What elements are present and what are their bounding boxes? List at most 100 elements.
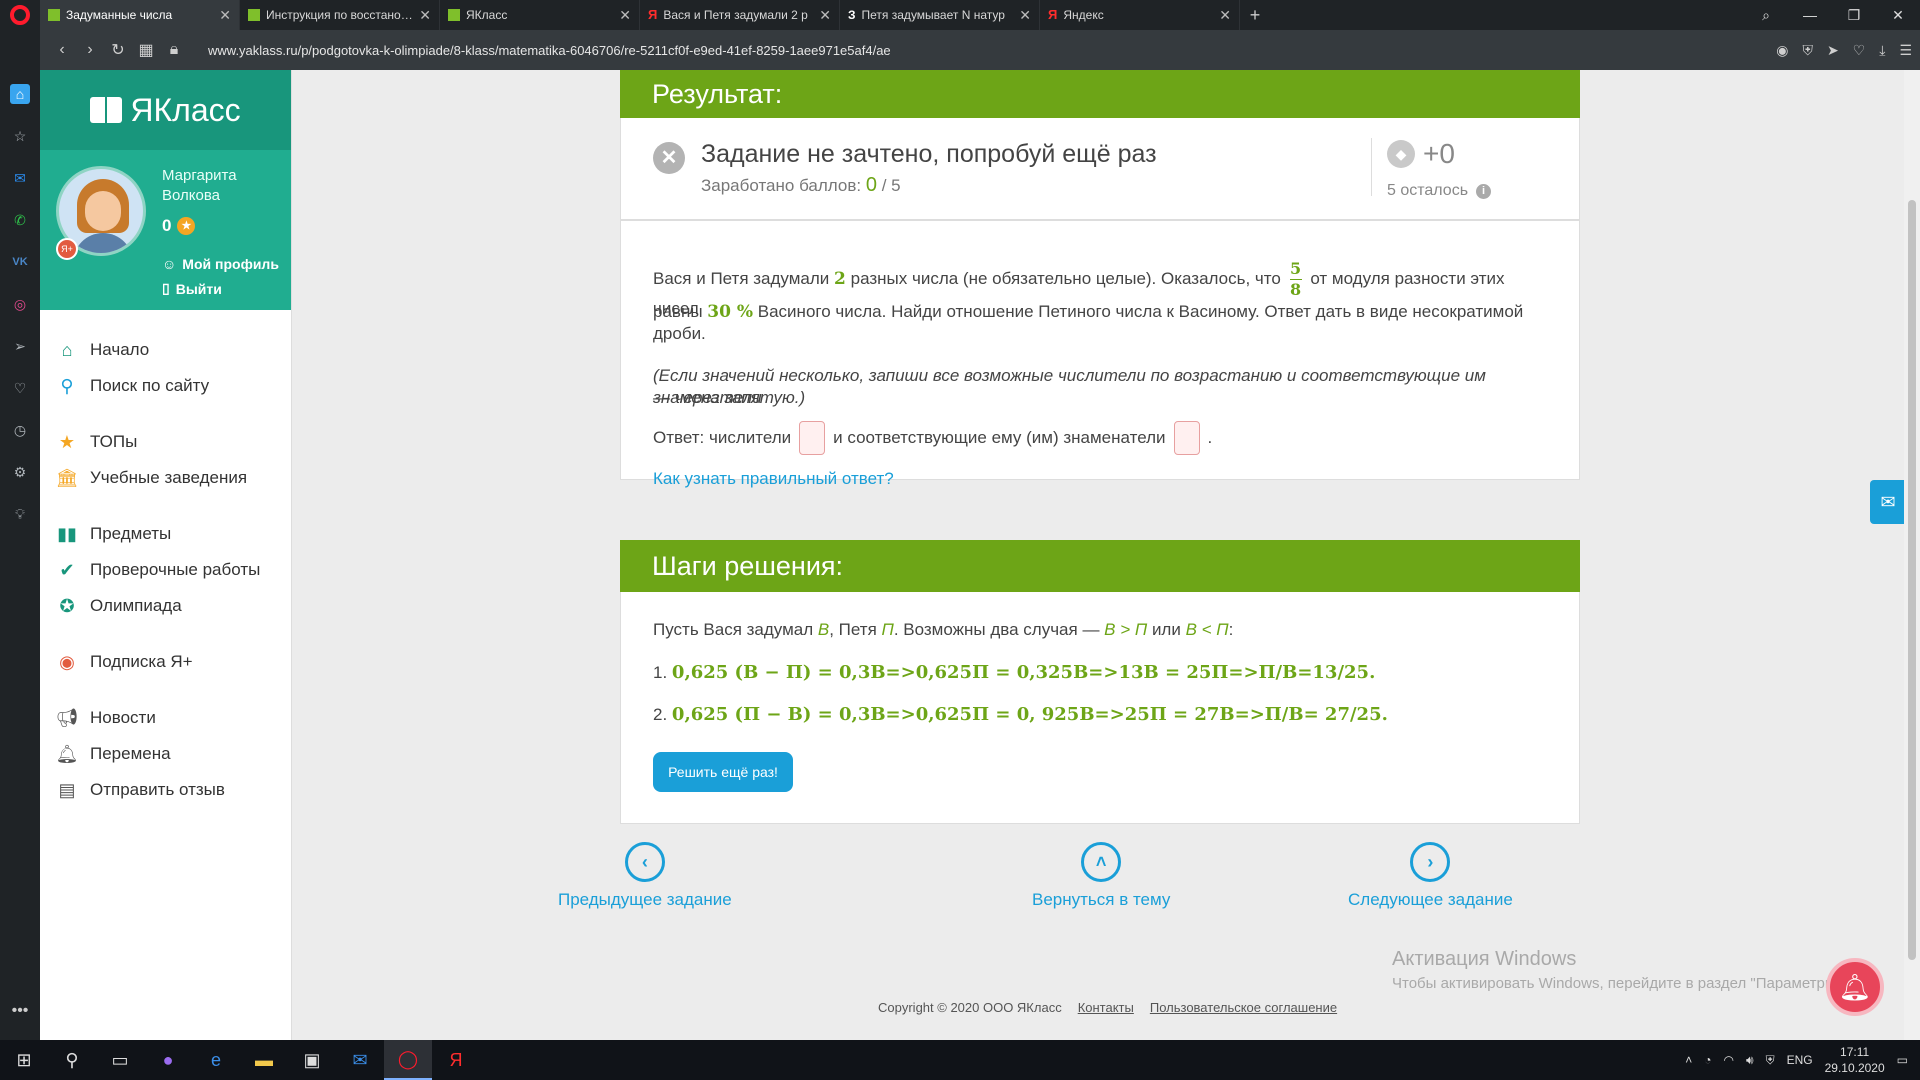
heart-icon[interactable]: ♡ [1853, 42, 1866, 59]
site-menu: ⌂ Начало ⚲ Поиск по сайту ★ ТОПы 🏛︎ Учебные … [40, 310, 291, 808]
network-icon[interactable]: ◔ [1704, 1053, 1711, 1067]
info-icon[interactable]: i [1476, 183, 1492, 199]
star-icon: ★ [58, 431, 76, 452]
contacts-link[interactable]: Контакты [1078, 1000, 1134, 1015]
back-to-topic-nav[interactable]: ˄ Вернуться в тему [1032, 842, 1170, 910]
vk-icon[interactable]: VK [10, 252, 30, 272]
menu-item-search[interactable]: ⚲ Поиск по сайту [40, 368, 291, 404]
subscription-icon: ◉ [59, 651, 75, 672]
denominators-input[interactable] [1173, 421, 1200, 455]
agreement-link[interactable]: Пользовательское соглашение [1150, 1000, 1337, 1015]
shield-icon[interactable]: ⛨ [1802, 42, 1813, 59]
menu-item-schools[interactable]: 🏛︎ Учебные заведения [40, 460, 291, 496]
user-panel: Я+ Маргарита Волкова 0 ★ ☺ Мой профиль ▯ Вы… [40, 150, 291, 310]
minimize-button[interactable]: — [1788, 0, 1832, 30]
school-icon: 🏛︎ [55, 467, 79, 488]
medal-icon: ✪ [59, 595, 75, 616]
my-profile-link[interactable]: ☺ Мой профиль [162, 256, 279, 272]
instagram-icon[interactable]: ◎ [10, 294, 30, 314]
system-tray: ˄ ◔ ◠ 🔊︎ ⛨ ENG 17:11 29.10.2020 ▭ [1685, 1040, 1920, 1080]
reload-icon[interactable]: ↻ [104, 40, 132, 60]
close-window-button[interactable]: ✕ [1876, 0, 1920, 30]
flow-icon[interactable]: ➢ [10, 336, 30, 356]
settings-gear-icon[interactable]: ⚙ [10, 462, 30, 482]
volume-icon[interactable]: 🔊︎ [1746, 1053, 1754, 1068]
close-tab-icon[interactable]: ✕ [1019, 7, 1031, 24]
menu-item-feedback[interactable]: ▤ Отправить отзыв [40, 772, 291, 808]
window-controls: ⌕ — ❐ ✕ [1744, 0, 1920, 30]
language-indicator[interactable]: ENG [1787, 1053, 1813, 1067]
url-field[interactable]: www.yaklass.ru/p/podgotovka-k-olimpiade/… [208, 43, 891, 58]
maximize-button[interactable]: ❐ [1832, 0, 1876, 30]
menu-item-subscription[interactable]: ◉ Подписка Я+ [40, 644, 291, 680]
page-scrollbar[interactable] [1904, 70, 1920, 1040]
chevron-up-icon[interactable]: ˄ [1685, 1053, 1692, 1067]
lightbulb-icon[interactable]: 💡︎ [10, 504, 30, 524]
menu-item-home[interactable]: ⌂ Начало [40, 332, 291, 368]
opera-menu-button[interactable] [0, 0, 40, 30]
store-icon[interactable]: ▣ [288, 1040, 336, 1080]
menu-item-subjects[interactable]: ▮▮ Предметы [40, 516, 291, 552]
windows-start-icon[interactable]: ⊞ [0, 1040, 48, 1080]
send-icon[interactable]: ➤ [1827, 42, 1839, 59]
close-tab-icon[interactable]: ✕ [419, 7, 431, 24]
mail-icon[interactable]: ✉ [336, 1040, 384, 1080]
how-to-know-answer-link[interactable]: Как узнать правильный ответ? [653, 469, 894, 489]
notification-center-icon[interactable]: ▭ [1897, 1053, 1908, 1067]
easy-setup-icon[interactable]: ☰ [1899, 42, 1912, 59]
close-tab-icon[interactable]: ✕ [219, 7, 231, 24]
search-icon[interactable]: ⚲ [48, 1040, 96, 1080]
tab-4[interactable]: Я Вася и Петя задумали 2 р ✕ [640, 0, 840, 30]
alice-icon[interactable]: ● [144, 1040, 192, 1080]
more-icon[interactable]: ••• [12, 1002, 29, 1020]
opera-logo-icon [10, 5, 30, 25]
tab-1[interactable]: Задуманные числа ✕ [40, 0, 240, 30]
new-tab-button[interactable]: + [1240, 0, 1270, 30]
menu-item-olympiad[interactable]: ✪ Олимпиада [40, 588, 291, 624]
book-logo-icon [90, 97, 123, 123]
notifications-bell-icon[interactable]: 🔔︎ [1826, 958, 1884, 1016]
fraction: 58 [1289, 259, 1302, 299]
menu-item-tests[interactable]: ✔ Проверочные работы [40, 552, 291, 588]
security-icon[interactable]: ⛨ [1766, 1053, 1775, 1068]
back-icon[interactable]: ‹ [48, 41, 76, 59]
history-icon[interactable]: ◷ [10, 420, 30, 440]
close-tab-icon[interactable]: ✕ [1219, 7, 1231, 24]
logout-link[interactable]: ▯ Выйти [162, 280, 222, 297]
star-icon[interactable]: ☆ [10, 126, 30, 146]
home-icon[interactable]: ⌂ [10, 84, 30, 104]
camera-icon[interactable]: ◉ [1776, 42, 1788, 59]
prev-task-nav[interactable]: ‹ Предыдущее задание [558, 842, 732, 910]
numerators-input[interactable] [799, 421, 826, 455]
tab-5[interactable]: З Петя задумывает N натур ✕ [840, 0, 1040, 30]
footer: Copyright © 2020 ООО ЯКласс Контакты Пол… [878, 1000, 1338, 1015]
file-explorer-icon[interactable]: ▬ [240, 1040, 288, 1080]
whatsapp-icon[interactable]: ✆ [10, 210, 30, 230]
download-icon[interactable]: ⤓ [1879, 42, 1885, 59]
menu-item-news[interactable]: 📢︎ Новости [40, 700, 291, 736]
wifi-icon[interactable]: ◠ [1724, 1053, 1734, 1067]
yandex-browser-icon[interactable]: Я [432, 1040, 480, 1080]
retry-button[interactable]: Решить ещё раз! [653, 752, 793, 792]
tab-3[interactable]: ЯКласс ✕ [440, 0, 640, 30]
speed-dial-icon[interactable]: ▦ [132, 40, 160, 60]
close-tab-icon[interactable]: ✕ [819, 7, 831, 24]
heart-icon[interactable]: ♡ [10, 378, 30, 398]
clock[interactable]: 17:11 29.10.2020 [1825, 1044, 1885, 1076]
opera-taskbar-icon[interactable]: ◯ [384, 1040, 432, 1080]
feedback-mail-icon[interactable]: ✉ [1870, 480, 1906, 524]
messenger-icon[interactable]: ✉ [10, 168, 30, 188]
close-tab-icon[interactable]: ✕ [619, 7, 631, 24]
tab-2[interactable]: Инструкция по восстановлению✕ [240, 0, 440, 30]
tab-6[interactable]: Я Яндекс ✕ [1040, 0, 1240, 30]
site-logo[interactable]: ЯКласс [40, 70, 291, 150]
scrollbar-thumb[interactable] [1908, 200, 1916, 960]
edge-icon[interactable]: e [192, 1040, 240, 1080]
tab-search-icon[interactable]: ⌕ [1744, 0, 1788, 30]
chevron-left-icon: ‹ [624, 842, 665, 882]
menu-item-break[interactable]: 🔔︎ Перемена [40, 736, 291, 772]
task-view-icon[interactable]: ▭ [96, 1040, 144, 1080]
menu-item-tops[interactable]: ★ ТОПы [40, 424, 291, 460]
next-task-nav[interactable]: › Следующее задание [1348, 842, 1513, 910]
forward-icon[interactable]: › [76, 41, 104, 59]
